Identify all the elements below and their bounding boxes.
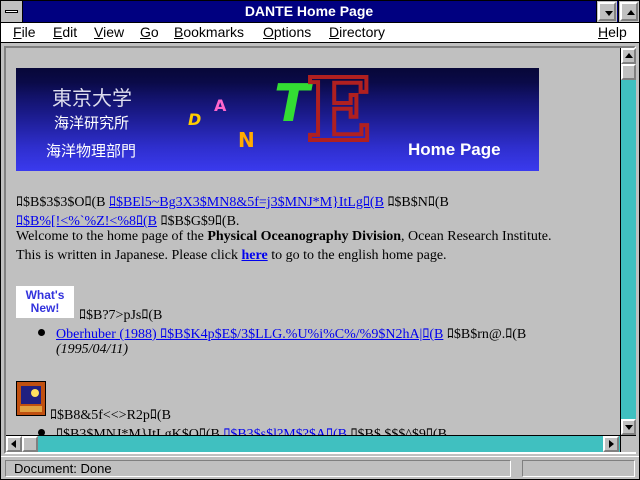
english-line: This is written in Japanese. Please clic… bbox=[16, 248, 447, 264]
logo-letter-a: A bbox=[214, 96, 227, 115]
vertical-scrollbar[interactable] bbox=[620, 48, 636, 435]
banner-institute-name: 海洋研究所 bbox=[54, 114, 130, 132]
progress-indicator bbox=[522, 460, 635, 477]
intro-text: ﾛ$B$3$3$Oﾛ(B bbox=[16, 195, 109, 210]
scroll-right-button[interactable] bbox=[603, 436, 619, 452]
division-name: Physical Oceanography Division bbox=[207, 229, 401, 244]
english-text: This is written in Japanese. Please clic… bbox=[16, 248, 242, 263]
minimize-icon bbox=[605, 11, 613, 16]
section2-item: ﾛ$B3$MNJ*M}ItLgK$Oﾛ(B ﾛ$B3$s$l?M$?$Aﾛ(B … bbox=[56, 423, 447, 435]
homepage-link[interactable]: ﾛ$B%[!<%`%Z!<%8ﾛ(B bbox=[16, 214, 157, 229]
intro-text: ﾛ$B$Nﾛ(B bbox=[383, 195, 449, 210]
system-menu-icon[interactable] bbox=[1, 1, 23, 22]
menu-edit[interactable]: Edit bbox=[53, 24, 77, 40]
scroll-up-button[interactable] bbox=[621, 48, 636, 64]
news-item-text: ﾛ$B$rn@.ﾛ(B bbox=[443, 327, 527, 342]
intro-line-1: ﾛ$B$3$3$Oﾛ(B ﾛ$BEl5~Bg3X3$MN8&5f=j3$MNJ*… bbox=[16, 191, 449, 211]
section2-link[interactable]: ﾛ$B3$s$l?M$?$Aﾛ(B bbox=[223, 427, 347, 435]
title-bar[interactable]: DANTE Home Page bbox=[1, 1, 639, 23]
horizontal-scroll-thumb[interactable] bbox=[22, 436, 38, 452]
logo-letter-d: D bbox=[188, 110, 202, 129]
logo-letter-e: E bbox=[304, 68, 374, 163]
section2-text: ﾛ$B3$MNJ*M}ItLgK$Oﾛ(B bbox=[56, 427, 224, 435]
english-home-link[interactable]: here bbox=[242, 248, 268, 263]
welcome-text: Welcome to the home page of the bbox=[16, 229, 208, 244]
banner-home-page-label: Home Page bbox=[408, 140, 501, 159]
welcome-text: , Ocean Research Institute. bbox=[401, 229, 552, 244]
vertical-scroll-thumb[interactable] bbox=[621, 64, 636, 80]
english-text: to go to the english home page. bbox=[267, 248, 447, 263]
whats-new-badge: What's New! bbox=[16, 286, 74, 318]
content-frame: 東京大学 海洋研究所 海洋物理部門 D A N T E Home Page ﾛ$… bbox=[4, 46, 636, 454]
intro-line-2: ﾛ$B%[!<%`%Z!<%8ﾛ(B ﾛ$B$G$9ﾛ(B. bbox=[16, 210, 239, 230]
menu-options[interactable]: Options bbox=[263, 24, 311, 40]
maximize-button[interactable] bbox=[618, 1, 639, 22]
status-bar: Document: Done bbox=[1, 456, 639, 479]
menu-directory[interactable]: Directory bbox=[329, 24, 385, 40]
banner-university-name: 東京大学 bbox=[52, 86, 132, 110]
menu-bookmarks[interactable]: Bookmarks bbox=[174, 24, 244, 40]
division-link[interactable]: ﾛ$BEl5~Bg3X3$MN8&5f=j3$MNJ*M}ItLgﾛ(B bbox=[109, 195, 384, 210]
bullet-icon bbox=[38, 329, 45, 336]
section2-heading: ﾛ$B8&5f<<>R2pﾛ(B bbox=[50, 408, 171, 423]
logo-letter-n: N bbox=[238, 128, 255, 152]
news-item-date: (1995/04/11) bbox=[56, 342, 129, 357]
logo-letter-t: T bbox=[274, 74, 310, 134]
browser-window: DANTE Home Page File Edit View Go Bookma… bbox=[0, 0, 640, 480]
menu-view[interactable]: View bbox=[94, 24, 124, 40]
scrollbar-corner bbox=[620, 435, 636, 452]
menu-file[interactable]: File bbox=[13, 24, 36, 40]
arrow-left-icon bbox=[11, 440, 16, 448]
lab-picture-icon bbox=[16, 381, 46, 416]
whats-new-heading: ﾛ$B?7>pJsﾛ(B bbox=[79, 308, 163, 323]
horizontal-scrollbar[interactable] bbox=[6, 435, 620, 452]
banner-division-name: 海洋物理部門 bbox=[46, 142, 137, 160]
arrow-down-icon bbox=[625, 425, 633, 430]
news-item-link[interactable]: Oberhuber (1988) ﾛ$B$K4p$E$/3$LLG.%U%i%C… bbox=[56, 327, 443, 342]
arrow-up-icon bbox=[625, 53, 633, 58]
maximize-icon bbox=[627, 10, 635, 15]
arrow-right-icon bbox=[609, 440, 614, 448]
menu-go[interactable]: Go bbox=[140, 24, 159, 40]
section2-text: ﾛ$B$.$$$^$9ﾛ(B bbox=[347, 427, 447, 435]
menu-help[interactable]: Help bbox=[598, 24, 627, 40]
whats-new-label: New! bbox=[30, 301, 60, 315]
window-title: DANTE Home Page bbox=[244, 3, 374, 19]
scroll-left-button[interactable] bbox=[6, 436, 22, 452]
minimize-button[interactable] bbox=[596, 1, 617, 22]
intro-text: ﾛ$B$G$9ﾛ(B. bbox=[156, 214, 240, 229]
welcome-line: Welcome to the home page of the Physical… bbox=[16, 229, 551, 245]
menu-bar: File Edit View Go Bookmarks Options Dire… bbox=[1, 23, 639, 43]
status-text: Document: Done bbox=[5, 460, 511, 477]
scroll-down-button[interactable] bbox=[621, 419, 636, 435]
page-content: 東京大学 海洋研究所 海洋物理部門 D A N T E Home Page ﾛ$… bbox=[6, 48, 620, 435]
news-item: Oberhuber (1988) ﾛ$B$K4p$E$/3$LLG.%U%i%C… bbox=[56, 323, 526, 343]
dante-banner: 東京大学 海洋研究所 海洋物理部門 D A N T E Home Page bbox=[16, 68, 539, 171]
